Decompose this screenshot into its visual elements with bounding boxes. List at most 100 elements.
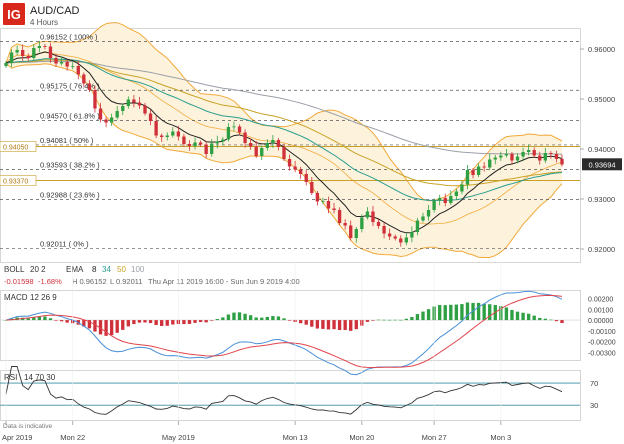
candle-body[interactable]: [282, 147, 286, 159]
candle-body[interactable]: [9, 52, 14, 64]
candle-body[interactable]: [37, 46, 42, 48]
candle-body[interactable]: [387, 233, 392, 237]
candle-body[interactable]: [76, 66, 80, 75]
candle-body[interactable]: [221, 139, 225, 142]
candle-body[interactable]: [121, 106, 125, 111]
candle-body[interactable]: [176, 131, 181, 137]
candle-body[interactable]: [449, 196, 453, 203]
candle-body[interactable]: [543, 153, 547, 161]
candle-body[interactable]: [71, 66, 75, 67]
candle-body[interactable]: [48, 46, 53, 59]
candle-body[interactable]: [415, 220, 420, 233]
candle-body[interactable]: [193, 142, 197, 147]
candle-body[interactable]: [332, 208, 336, 211]
candle-body[interactable]: [143, 105, 147, 114]
candle-body[interactable]: [504, 154, 509, 156]
candle-body[interactable]: [482, 166, 486, 168]
candle-body[interactable]: [104, 119, 108, 123]
candle-body[interactable]: [43, 46, 47, 47]
candle-body[interactable]: [87, 83, 92, 91]
candle-body[interactable]: [137, 102, 142, 106]
candle-body[interactable]: [160, 135, 164, 138]
candle-body[interactable]: [32, 48, 36, 58]
candle-body[interactable]: [215, 141, 219, 144]
candle-body[interactable]: [493, 157, 497, 160]
candle-body[interactable]: [210, 143, 214, 155]
candle-body[interactable]: [93, 90, 97, 109]
candle-body[interactable]: [237, 126, 242, 133]
candle-body[interactable]: [315, 193, 320, 202]
candle-body[interactable]: [82, 74, 86, 84]
candle-body[interactable]: [248, 143, 253, 147]
candle-body[interactable]: [182, 136, 186, 145]
candle-body[interactable]: [404, 237, 408, 243]
candle-body[interactable]: [549, 153, 553, 154]
candle-body[interactable]: [560, 159, 564, 165]
candle-body[interactable]: [59, 62, 64, 64]
candle-body[interactable]: [399, 238, 403, 243]
candle-body[interactable]: [171, 131, 175, 136]
candle-body[interactable]: [109, 117, 114, 123]
candle-body[interactable]: [371, 211, 375, 223]
candle-body[interactable]: [287, 159, 292, 167]
candle-body[interactable]: [510, 154, 514, 161]
candle-body[interactable]: [515, 156, 520, 161]
candle-body[interactable]: [310, 182, 314, 193]
candle-body[interactable]: [265, 143, 269, 148]
candle-body[interactable]: [148, 113, 153, 122]
candle-body[interactable]: [260, 148, 264, 156]
candle-body[interactable]: [410, 232, 414, 238]
candle-body[interactable]: [98, 108, 103, 120]
candle-body[interactable]: [115, 111, 119, 118]
candle-body[interactable]: [343, 223, 347, 226]
candle-body[interactable]: [271, 140, 275, 143]
candle-body[interactable]: [254, 146, 258, 157]
candle-body[interactable]: [438, 198, 442, 201]
candle-body[interactable]: [198, 142, 203, 145]
candle-body[interactable]: [15, 50, 19, 53]
candle-body[interactable]: [299, 169, 303, 175]
candle-body[interactable]: [304, 174, 308, 182]
candle-body[interactable]: [376, 222, 381, 226]
candle-body[interactable]: [226, 127, 231, 140]
candle-body[interactable]: [4, 63, 8, 66]
candle-body[interactable]: [26, 56, 30, 58]
candle-body[interactable]: [126, 99, 130, 107]
candle-body[interactable]: [204, 144, 208, 155]
candle-body[interactable]: [360, 217, 364, 230]
candle-body[interactable]: [349, 225, 353, 239]
candle-body[interactable]: [554, 154, 559, 159]
candle-body[interactable]: [488, 159, 492, 168]
candle-body[interactable]: [276, 140, 281, 147]
candle-body[interactable]: [471, 170, 475, 175]
candle-body[interactable]: [337, 210, 342, 223]
forex-chart[interactable]: IG AUD/CAD 4 Hours 0.96152 ( 100% ) 0.951…: [0, 0, 624, 444]
candle-body[interactable]: [421, 216, 425, 221]
candle-body[interactable]: [165, 135, 169, 138]
candle-body[interactable]: [393, 236, 397, 239]
main-price-panel[interactable]: 0.96152 ( 100% ) 0.95175 ( 76.4% ) 0.94570…: [0, 22, 622, 258]
candle-body[interactable]: [365, 211, 370, 218]
candle-body[interactable]: [354, 229, 358, 238]
candle-body[interactable]: [426, 210, 431, 217]
candle-body[interactable]: [443, 198, 447, 203]
candle-body[interactable]: [187, 144, 192, 146]
candle-body[interactable]: [465, 170, 470, 185]
candle-body[interactable]: [521, 152, 525, 157]
candle-body[interactable]: [526, 150, 531, 152]
candle-body[interactable]: [293, 166, 297, 170]
candle-body[interactable]: [21, 50, 25, 56]
candle-body[interactable]: [154, 121, 158, 136]
candle-body[interactable]: [432, 200, 436, 211]
candle-body[interactable]: [132, 99, 136, 103]
macd-panel[interactable]: MACD 12 26 9 0.00200 0.00100 0.00000 -0.001…: [0, 290, 616, 376]
candle-body[interactable]: [321, 201, 325, 202]
rsi-panel[interactable]: RSI 14 70 30 7030: [0, 366, 598, 415]
candle-body[interactable]: [454, 191, 459, 197]
candle-body[interactable]: [54, 58, 58, 64]
candle-body[interactable]: [326, 201, 331, 209]
candle-body[interactable]: [460, 184, 464, 192]
candle-body[interactable]: [382, 226, 386, 234]
candle-body[interactable]: [243, 132, 247, 144]
candle-body[interactable]: [538, 155, 542, 161]
